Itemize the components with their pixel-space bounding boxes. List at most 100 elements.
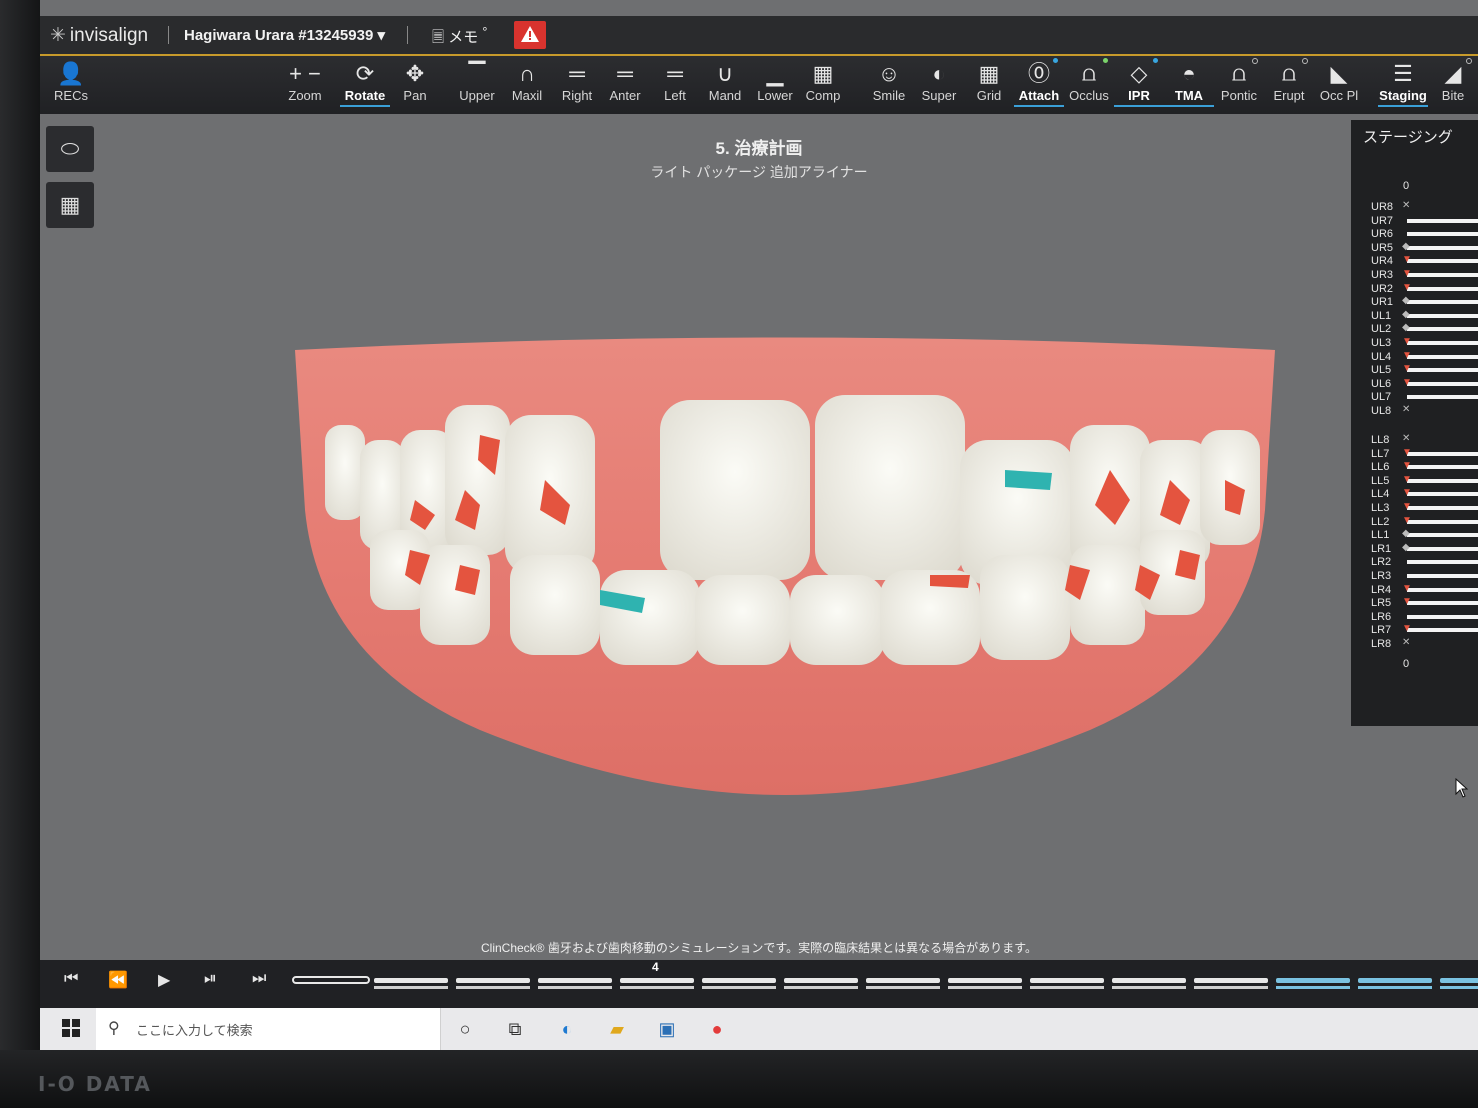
screen: ✳ invisalign Hagiwara Urara #13245939 ▾ 🗏… <box>40 0 1478 1050</box>
windows-start-icon[interactable] <box>62 1019 80 1037</box>
toolbar-right-button[interactable]: ═ Right <box>552 60 602 103</box>
stage-segment[interactable] <box>620 978 694 983</box>
toolbar-tma-button[interactable]: ◓ TMA <box>1164 60 1214 107</box>
toolbar-upper-label: Upper <box>459 88 495 103</box>
tooth-label: LL3 <box>1371 502 1390 514</box>
toolbar-pan-button[interactable]: ✥ Pan <box>390 60 440 103</box>
toolbar-staging-label: Staging <box>1378 88 1428 107</box>
attachment-marker-icon: ▼ <box>1402 376 1412 388</box>
staging-row: LL7 ▼ <box>1371 447 1478 461</box>
taskbar-search-box[interactable]: ⚲ ここに入力して検索 <box>96 1008 441 1050</box>
warning-icon <box>521 26 539 42</box>
staging-bar <box>1407 232 1478 237</box>
stage-segment[interactable] <box>948 978 1022 983</box>
toolbar-staging-button[interactable]: ☰ Staging <box>1378 60 1428 107</box>
toolbar-left-label: Left <box>664 88 686 103</box>
user-icon: 👤 <box>57 61 85 86</box>
staging-row: UR8 ✕ <box>1371 200 1478 214</box>
toolbar-occlus-button[interactable]: ⩍ Occlus <box>1064 58 1114 103</box>
step-title: 5. 治療計画 <box>715 139 803 158</box>
stage-segment[interactable] <box>866 978 940 983</box>
step-forward-button[interactable]: ⏯ <box>204 970 217 988</box>
toolbar-attach-button[interactable]: ⓪ Attach <box>1014 58 1064 107</box>
toolbar-occpl-button[interactable]: ◣ Occ Pl <box>1314 60 1364 103</box>
file-explorer-icon[interactable]: ▰ <box>604 1016 630 1042</box>
toolbar-ipr-button[interactable]: ◇ IPR <box>1114 58 1164 107</box>
edge-browser-icon[interactable]: ◐ <box>554 1016 580 1042</box>
stage-segment[interactable] <box>1030 978 1104 983</box>
stage-segment[interactable] <box>1276 978 1350 983</box>
missing-tooth-icon: ✕ <box>1402 433 1411 444</box>
staging-row: LL8 ✕ <box>1371 433 1478 447</box>
staging-bar <box>1407 395 1478 400</box>
staging-bar <box>1407 273 1478 277</box>
stage-segment[interactable] <box>292 976 370 984</box>
toolbar-erupt-button[interactable]: ⩍ Erupt <box>1264 58 1314 103</box>
stage-segment[interactable] <box>1358 978 1432 983</box>
stage-segment[interactable] <box>538 978 612 983</box>
toolbar-rotate-button[interactable]: ⟳ Rotate <box>340 60 390 107</box>
warning-button[interactable] <box>514 21 546 49</box>
toolbar-smile-label: Smile <box>872 88 906 103</box>
stage-segment-lower <box>374 986 448 989</box>
toolbar-maxil-button[interactable]: ∩ Maxil <box>502 60 552 103</box>
patient-selector[interactable]: Hagiwara Urara #13245939 ▾ <box>184 26 385 44</box>
toolbar: 👤 RECs + − Zoom ⟳ Rotate ✥ Pan ▔ Upper ∩ Maxil ═ Ri… <box>40 56 1478 114</box>
tooth-label: UL8 <box>1371 405 1392 417</box>
stage-segment[interactable] <box>1112 978 1186 983</box>
missing-tooth-icon: ✕ <box>1402 404 1411 415</box>
staging-bar <box>1407 381 1478 386</box>
staging-bar <box>1407 560 1478 565</box>
toolbar-super-label: Super <box>921 88 957 103</box>
toolbar-anter-button[interactable]: ═ Anter <box>600 60 650 103</box>
toolbar-zoom-button[interactable]: + − Zoom <box>280 60 330 103</box>
app-red-icon[interactable]: ● <box>704 1016 730 1042</box>
skip-to-end-button[interactable]: ⏭ <box>252 970 266 988</box>
toolbar-erupt-label: Erupt <box>1273 88 1305 103</box>
memo-icon: 🗏 <box>432 29 445 46</box>
attachment-marker-icon: ▼ <box>1402 254 1412 266</box>
tooth-label: LL1 <box>1371 529 1390 542</box>
windows-taskbar: ⚲ ここに入力して検索 ○ ⧉ ◐ ▰ ▣ ● <box>40 1008 1478 1050</box>
attachment-marker-icon: ▼ <box>1402 268 1412 279</box>
toolbar-left-button[interactable]: ═ Left <box>650 60 700 103</box>
stage-segment[interactable] <box>784 978 858 983</box>
attachment-marker-icon: ▼ <box>1402 281 1412 293</box>
search-placeholder: ここに入力して検索 <box>136 1023 253 1038</box>
stage-segment[interactable] <box>1194 978 1268 983</box>
step-back-button[interactable]: ⏪ <box>108 970 128 990</box>
toolbar-bite-button[interactable]: ◢ Bite <box>1428 58 1478 103</box>
tooth-label: LL8 <box>1371 434 1390 446</box>
occ-plane-icon: ◣ <box>1330 61 1348 86</box>
toolbar-pontic-button[interactable]: ⩍ Pontic <box>1214 58 1264 103</box>
recs-button[interactable]: 👤 RECs <box>46 60 96 103</box>
tooth-label: LR8 <box>1371 638 1392 650</box>
toolbar-mand-button[interactable]: ∪ Mand <box>700 60 750 103</box>
toolbar-super-button[interactable]: ◐ Super <box>914 60 964 103</box>
stage-segment[interactable] <box>456 978 530 983</box>
tooth-label: LR1 <box>1371 542 1392 555</box>
divider <box>168 26 169 44</box>
title-bar: ✳ invisalign Hagiwara Urara #13245939 ▾ 🗏… <box>40 16 1478 56</box>
skip-to-start-button[interactable]: ⏮ <box>64 970 78 988</box>
tooth-label: UL5 <box>1371 364 1392 377</box>
dental-3d-model[interactable] <box>290 330 1280 800</box>
stage-segment[interactable] <box>1440 978 1478 983</box>
attachment-marker-icon: ▼ <box>1402 596 1412 608</box>
cortana-icon[interactable]: ○ <box>452 1016 478 1042</box>
tooth-label: LR2 <box>1371 556 1392 569</box>
stage-segment[interactable] <box>702 978 776 983</box>
memo-button[interactable]: 🗏 メモ ° <box>432 25 487 52</box>
toolbar-upper-button[interactable]: ▔ Upper <box>452 60 502 103</box>
toolbar-grid-button[interactable]: ▦ Grid <box>964 60 1014 103</box>
play-button[interactable]: ▶ <box>158 970 170 990</box>
task-view-icon[interactable]: ⧉ <box>502 1016 528 1042</box>
staging-bar <box>1407 368 1478 373</box>
toolbar-smile-button[interactable]: ☺ Smile <box>864 60 914 103</box>
layout-button[interactable]: ▦ <box>46 182 94 228</box>
occlus-icon: ⩍ <box>1081 61 1097 86</box>
stage-segment[interactable] <box>374 978 448 983</box>
toolbar-comp-button[interactable]: ▦ Comp <box>798 60 848 103</box>
app-window-icon[interactable]: ▣ <box>654 1016 680 1042</box>
toolbar-lower-button[interactable]: ▁ Lower <box>750 60 800 103</box>
